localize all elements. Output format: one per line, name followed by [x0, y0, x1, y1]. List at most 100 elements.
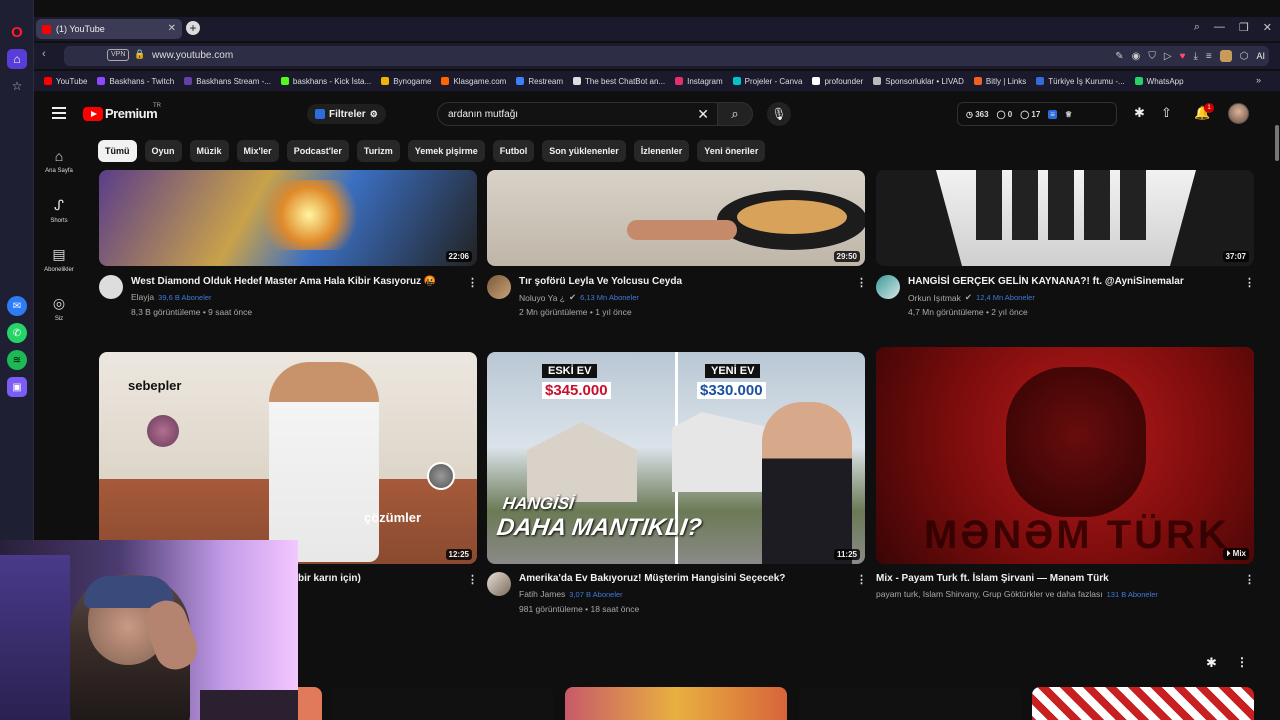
- youtube-logo-icon[interactable]: [83, 107, 103, 121]
- shorts-settings-icon[interactable]: ✱: [1206, 655, 1217, 671]
- tv-icon[interactable]: ▣: [7, 377, 27, 397]
- channel-avatar[interactable]: [876, 275, 900, 299]
- bookmark-item[interactable]: profounder: [812, 77, 863, 86]
- search-tabs-icon[interactable]: ⌕: [1194, 21, 1200, 34]
- chip[interactable]: Futbol: [492, 140, 535, 162]
- chip[interactable]: Müzik: [189, 140, 229, 162]
- video-title[interactable]: West Diamond Olduk Hedef Master Ama Hala…: [131, 276, 436, 287]
- maximize-icon[interactable]: ❐: [1239, 21, 1249, 34]
- nav-you[interactable]: ◎ Siz: [40, 295, 78, 322]
- bookmark-item[interactable]: baskhans - Kick İsta...: [280, 77, 371, 86]
- minimize-icon[interactable]: —: [1214, 21, 1225, 34]
- profile-icon[interactable]: [1219, 50, 1232, 62]
- more-bookmarks-icon[interactable]: »: [1256, 75, 1266, 85]
- more-options-icon[interactable]: ⋮: [467, 573, 478, 586]
- voice-search-button[interactable]: 🎙: [767, 102, 791, 126]
- video-title[interactable]: bir karın için): [298, 573, 361, 584]
- channel-name[interactable]: Fatih James: [519, 589, 565, 599]
- new-tab-button[interactable]: +: [186, 21, 200, 35]
- video-title[interactable]: Tır şoförü Leyla Ve Yolcusu Ceyda: [519, 276, 682, 287]
- video-title[interactable]: Amerika'da Ev Bakıyoruz! Müşterim Hangis…: [519, 573, 785, 584]
- short-thumbnail[interactable]: [1032, 687, 1254, 720]
- video-thumbnail[interactable]: sebepler çözümler 12:25: [99, 352, 477, 564]
- queue-icon[interactable]: ≡: [1048, 109, 1057, 119]
- bookmark-item[interactable]: Baskhans Stream -...: [184, 77, 271, 86]
- url-text[interactable]: www.youtube.com: [152, 50, 233, 61]
- bookmark-item[interactable]: WhatsApp: [1134, 77, 1184, 86]
- bookmark-item[interactable]: Bitly | Links: [973, 77, 1026, 86]
- short-thumbnail[interactable]: [332, 687, 554, 720]
- chip[interactable]: Tümü: [98, 140, 137, 162]
- chip[interactable]: Yemek pişirme: [407, 140, 485, 162]
- nav-subscriptions[interactable]: ▤ Abonelikler: [40, 246, 78, 273]
- chip[interactable]: Mix'ler: [236, 140, 279, 162]
- video-thumbnail[interactable]: 37:07: [876, 170, 1254, 266]
- bookmark-item[interactable]: Restream: [516, 77, 563, 86]
- more-options-icon[interactable]: ⋮: [856, 276, 867, 289]
- video-thumbnail[interactable]: 29:50: [487, 170, 865, 266]
- scrollbar-thumb[interactable]: [1275, 125, 1279, 161]
- trophy-icon[interactable]: ♕: [1065, 110, 1072, 119]
- tab-youtube[interactable]: (1) YouTube ✕: [36, 19, 182, 39]
- bookmark-item[interactable]: The best ChatBot an...: [573, 77, 665, 86]
- bookmark-item[interactable]: YouTube: [44, 77, 87, 86]
- bookmark-item[interactable]: Projeler - Canva: [732, 77, 802, 86]
- video-thumbnail[interactable]: MƏNƏM TÜRK ⏵ Mix: [876, 347, 1254, 564]
- whatsapp-icon[interactable]: ✆: [7, 323, 27, 343]
- download-icon[interactable]: ⤓: [1193, 51, 1197, 62]
- channel-name[interactable]: Elayja: [131, 292, 154, 302]
- vpn-badge[interactable]: VPN: [107, 49, 130, 61]
- camera-icon[interactable]: ◉: [1132, 51, 1141, 62]
- more-options-icon[interactable]: ⋮: [1244, 276, 1255, 289]
- shield-icon[interactable]: ⛉: [1148, 51, 1156, 62]
- edit-icon[interactable]: ✎: [1115, 51, 1123, 62]
- bookmark-item[interactable]: Sponsorluklar • LIVAD: [873, 77, 964, 86]
- more-options-icon[interactable]: ⋮: [1236, 655, 1248, 669]
- channel-name[interactable]: Noluyo Ya ¿: [519, 293, 565, 303]
- chip[interactable]: Yeni öneriler: [697, 140, 766, 162]
- bookmark-item[interactable]: Instagram: [675, 77, 723, 86]
- bookmark-item[interactable]: Baskhans - Twitch: [97, 77, 174, 86]
- video-thumbnail[interactable]: 22:06: [99, 170, 477, 266]
- address-bar[interactable]: VPN 🔒 www.youtube.com ✎ ◉ ⛉ ▷ ♥ ⤓ ≡ ⬡ AI: [64, 46, 1269, 66]
- back-icon[interactable]: ‹: [42, 48, 46, 60]
- star-icon[interactable]: ☆: [7, 76, 27, 96]
- extension-stats[interactable]: ◷ 363 ◯ 0 ◯ 17 ≡ ♕: [957, 102, 1117, 126]
- chip[interactable]: Son yüklenenler: [542, 140, 626, 162]
- channel-name[interactable]: Orkun Işıtmak: [908, 293, 961, 303]
- chip[interactable]: Podcast'ler: [286, 140, 349, 162]
- lock-icon[interactable]: 🔒: [134, 49, 145, 60]
- short-thumbnail[interactable]: [565, 687, 787, 720]
- video-title[interactable]: HANGİSİ GERÇEK GELİN KAYNANA?! ft. @Ayni…: [908, 276, 1184, 287]
- scrollbar[interactable]: [1274, 93, 1280, 720]
- channel-avatar[interactable]: [99, 275, 123, 299]
- search-button[interactable]: ⌕: [717, 102, 753, 126]
- spotify-icon[interactable]: ≋: [7, 350, 27, 370]
- more-options-icon[interactable]: ⋮: [467, 276, 478, 289]
- video-title[interactable]: Mix - Payam Turk ft. İslam Şirvani — Mən…: [876, 573, 1109, 584]
- upload-icon[interactable]: ⇧: [1161, 105, 1172, 121]
- nav-home[interactable]: ⌂ Ana Sayfa: [40, 148, 78, 174]
- close-tab-icon[interactable]: ✕: [168, 23, 176, 34]
- short-thumbnail[interactable]: [799, 687, 1021, 720]
- hamburger-menu-icon[interactable]: [52, 107, 66, 119]
- ai-button[interactable]: AI: [1256, 51, 1265, 61]
- heart-icon[interactable]: ♥: [1180, 51, 1186, 62]
- channel-avatar[interactable]: [487, 572, 511, 596]
- filters-button[interactable]: Filtreler ⚙: [307, 104, 386, 124]
- bookmark-item[interactable]: Bynogame: [381, 77, 431, 86]
- play-icon[interactable]: ▷: [1164, 51, 1172, 62]
- home-icon[interactable]: ⌂: [7, 49, 27, 69]
- bookmark-item[interactable]: Klasgame.com: [441, 77, 506, 86]
- close-window-icon[interactable]: ✕: [1263, 21, 1272, 34]
- avatar[interactable]: [1228, 103, 1249, 124]
- clear-search-icon[interactable]: ✕: [697, 106, 709, 123]
- chip[interactable]: Oyun: [144, 140, 182, 162]
- nav-shorts[interactable]: ᔑ Shorts: [40, 197, 78, 224]
- more-options-icon[interactable]: ⋮: [856, 573, 867, 586]
- video-thumbnail[interactable]: ESKİ EV $345.000 YENİ EV $330.000 HANGİS…: [487, 352, 865, 564]
- bookmark-item[interactable]: Türkiye İş Kurumu -...: [1036, 77, 1125, 86]
- menu-icon[interactable]: ≡: [1206, 51, 1212, 62]
- more-options-icon[interactable]: ⋮: [1244, 573, 1255, 586]
- messenger-icon[interactable]: ✉: [7, 296, 27, 316]
